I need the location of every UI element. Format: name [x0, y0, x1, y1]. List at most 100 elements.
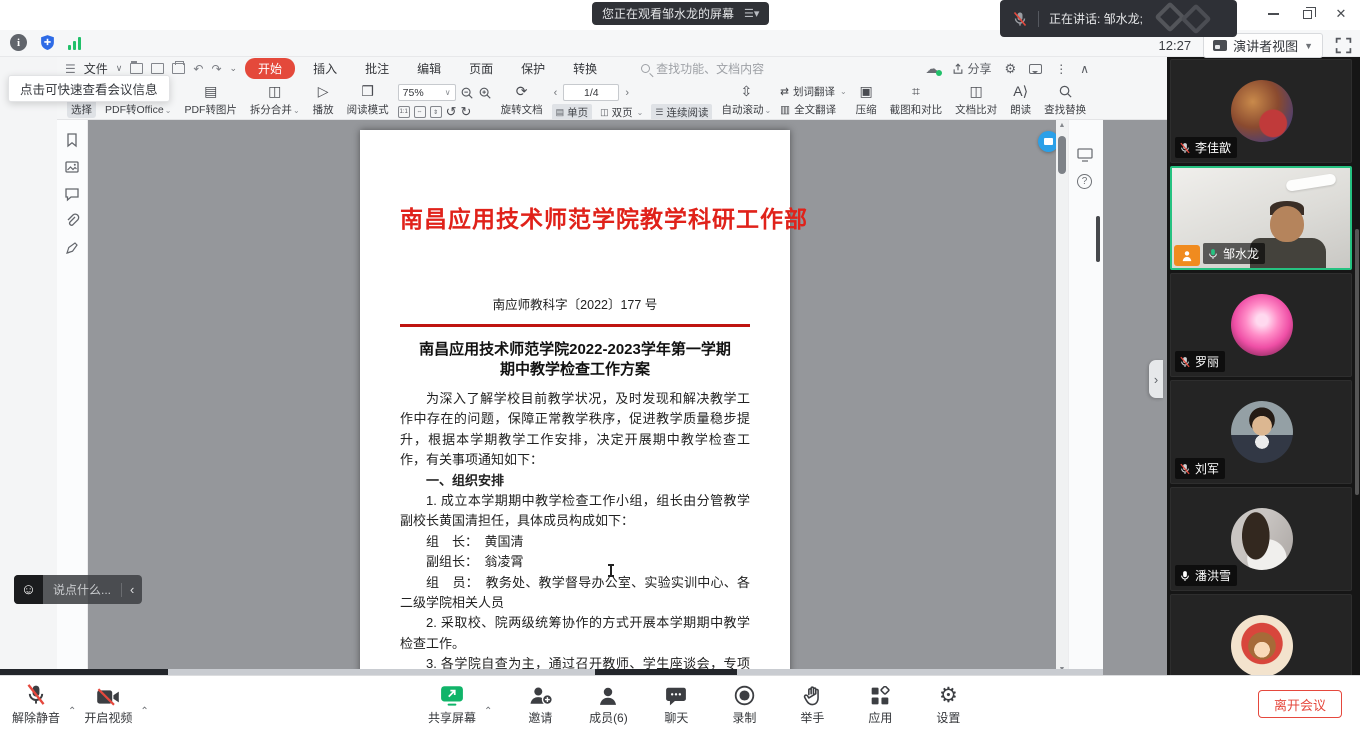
undo-icon[interactable]: ↶: [193, 62, 203, 76]
tab-comment[interactable]: 批注: [355, 58, 399, 79]
tab-edit[interactable]: 编辑: [407, 58, 451, 79]
sidebar-collapse-handle[interactable]: ›: [1149, 360, 1163, 398]
read-mode-button[interactable]: ❒阅读模式: [343, 82, 393, 118]
open-file-icon[interactable]: [130, 63, 143, 74]
wps-assistant-button[interactable]: [1038, 131, 1056, 152]
cloud-sync-icon[interactable]: ☁: [926, 61, 939, 77]
hamburger-icon[interactable]: ☰: [65, 62, 76, 76]
split-merge-button[interactable]: ◫拆分合并⌄: [246, 82, 304, 118]
image-panel-icon[interactable]: [64, 159, 80, 175]
participant-tile-active-speaker[interactable]: 邹水龙: [1170, 166, 1352, 270]
share-options-chevron[interactable]: ⌃: [482, 706, 494, 717]
camera-options-chevron[interactable]: ⌃: [138, 706, 150, 717]
more-options-icon[interactable]: ⋮: [1055, 62, 1067, 76]
collapse-ribbon-icon[interactable]: ∧: [1080, 62, 1089, 76]
read-aloud-button[interactable]: A⟩朗读: [1006, 82, 1035, 118]
raise-hand-button[interactable]: 举手: [790, 683, 834, 726]
close-button[interactable]: ✕: [1328, 4, 1354, 24]
participant-tile[interactable]: [1170, 594, 1352, 675]
print-icon[interactable]: [172, 63, 185, 74]
members-button[interactable]: 成员(6): [586, 683, 630, 726]
single-page-button[interactable]: ▤单页: [552, 104, 593, 119]
participant-tile[interactable]: 罗丽: [1170, 273, 1352, 377]
find-replace-button[interactable]: 查找替换: [1040, 82, 1090, 118]
tab-convert[interactable]: 转换: [563, 58, 607, 79]
comment-bubble-icon[interactable]: [1029, 64, 1042, 74]
fullscreen-icon[interactable]: [1335, 37, 1352, 54]
start-video-button[interactable]: 开启视频: [84, 683, 132, 726]
scrollbar-thumb[interactable]: [1058, 136, 1066, 174]
scroll-up-icon[interactable]: ▲: [1056, 122, 1068, 129]
fit-width-icon[interactable]: ⇔: [414, 106, 426, 118]
restore-button[interactable]: [1294, 4, 1320, 24]
split-merge-icon: ◫: [268, 83, 281, 100]
pdf-to-image-button[interactable]: ▤PDF转图片: [180, 82, 241, 118]
pdf-viewport[interactable]: 南昌应用技术师范学院教学科研工作部 南应师教科字〔2022〕177 号 南昌应用…: [88, 120, 1056, 675]
save-icon[interactable]: [151, 63, 164, 74]
attachment-icon[interactable]: [64, 213, 80, 229]
search-input[interactable]: 查找功能、文档内容: [641, 60, 764, 77]
prev-page-icon[interactable]: ‹: [552, 87, 560, 99]
banner-menu-icon[interactable]: ☰▾: [744, 7, 759, 20]
share-screen-button[interactable]: 共享屏幕: [428, 683, 476, 726]
tab-protect[interactable]: 保护: [511, 58, 555, 79]
zoom-level-dropdown[interactable]: 75%∨: [398, 84, 456, 101]
tab-home[interactable]: 开始: [245, 58, 295, 79]
rotate-left-icon[interactable]: ↺: [446, 104, 457, 119]
compress-button[interactable]: ▣压缩: [852, 82, 881, 118]
collapse-chat-icon[interactable]: ‹: [122, 582, 142, 597]
bookmark-icon[interactable]: [64, 132, 80, 148]
scroll-position-indicator[interactable]: [1096, 216, 1100, 262]
apps-button[interactable]: 应用: [858, 683, 902, 726]
participant-tile[interactable]: 刘军: [1170, 380, 1352, 484]
next-page-icon[interactable]: ›: [623, 87, 631, 99]
tab-insert[interactable]: 插入: [303, 58, 347, 79]
redo-icon[interactable]: ↷: [211, 62, 221, 76]
emoji-icon[interactable]: ☺: [14, 575, 43, 604]
tab-page[interactable]: 页面: [459, 58, 503, 79]
network-signal-icon[interactable]: [68, 36, 81, 50]
rotate-right-icon[interactable]: ↻: [461, 104, 472, 119]
settings-gear-icon[interactable]: ⚙: [1005, 61, 1017, 77]
minimize-button[interactable]: [1260, 4, 1286, 24]
zoom-out-icon[interactable]: [460, 86, 474, 100]
word-translate-button[interactable]: ⇄划词翻译⌄: [780, 84, 847, 99]
meeting-info-icon[interactable]: i: [10, 34, 27, 51]
zoom-in-icon[interactable]: [478, 86, 492, 100]
unmute-button[interactable]: 解除静音: [12, 683, 60, 726]
section-heading: 一、组织安排: [400, 471, 750, 491]
fit-page-icon[interactable]: ⇕: [430, 106, 442, 118]
document-scrollbar[interactable]: ▲ ▼: [1056, 120, 1068, 675]
participant-tile[interactable]: 李佳歆: [1170, 59, 1352, 163]
comments-panel-icon[interactable]: [64, 186, 80, 202]
screenshot-compare-button[interactable]: ⌗截图和对比: [886, 82, 947, 118]
customize-toolbar-icon[interactable]: ⌄: [230, 63, 238, 74]
help-icon[interactable]: ?: [1077, 174, 1092, 189]
record-button[interactable]: 录制: [722, 683, 766, 726]
watching-banner[interactable]: 您正在观看邹水龙的屏幕 ☰▾: [592, 2, 769, 25]
continuous-read-button[interactable]: ☰连续阅读: [651, 104, 712, 119]
invite-button[interactable]: 邀请: [518, 683, 562, 726]
double-page-button[interactable]: ◫双页⌄: [596, 104, 647, 119]
play-button[interactable]: ▷播放: [309, 82, 338, 118]
full-translate-button[interactable]: ▥全文翻译: [780, 102, 847, 117]
mic-options-chevron[interactable]: ⌃: [66, 706, 78, 717]
rotate-doc-button[interactable]: ⟳旋转文档: [497, 82, 547, 118]
share-screen-icon: [440, 685, 464, 706]
pdf-page[interactable]: 南昌应用技术师范学院教学科研工作部 南应师教科字〔2022〕177 号 南昌应用…: [360, 130, 790, 675]
settings-button[interactable]: ⚙ 设置: [926, 683, 970, 726]
participant-tile[interactable]: 潘洪雪: [1170, 487, 1352, 591]
actual-size-icon[interactable]: 1:1: [398, 106, 410, 118]
page-indicator[interactable]: 1/4: [563, 84, 619, 101]
chat-button[interactable]: 聊天: [654, 683, 698, 726]
doc-compare-button[interactable]: ◫文档比对: [951, 82, 1001, 118]
chat-input-placeholder[interactable]: 说点什么...: [43, 581, 121, 598]
panel-toggle-icon[interactable]: [1077, 148, 1093, 162]
sidebar-scrollbar-thumb[interactable]: [1355, 229, 1359, 495]
auto-scroll-button[interactable]: ⇳自动滚动⌄: [717, 82, 775, 118]
leave-meeting-button[interactable]: 离开会议: [1258, 690, 1342, 718]
security-shield-icon[interactable]: [39, 34, 56, 51]
signature-stamp-icon[interactable]: [64, 240, 80, 256]
share-button[interactable]: 分享: [952, 60, 992, 77]
quick-chat-bar[interactable]: ☺ 说点什么... ‹: [14, 575, 142, 604]
